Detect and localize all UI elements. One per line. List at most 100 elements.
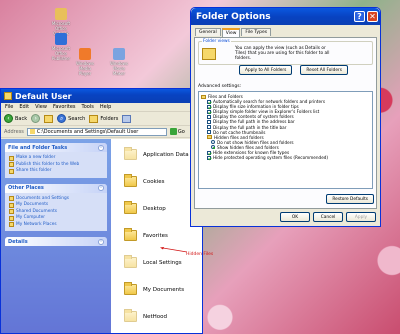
application-icon (55, 33, 67, 45)
address-label: Address (4, 128, 24, 135)
radio-button[interactable] (211, 145, 215, 150)
advanced-settings-label: Advanced settings: (198, 84, 242, 89)
ok-button[interactable]: OK (280, 212, 310, 222)
folder-item[interactable]: Desktop (124, 201, 166, 214)
folder-icon (201, 94, 206, 99)
forward-arrow-icon: › (31, 114, 41, 123)
checkbox[interactable] (207, 99, 211, 104)
task-link-label: Documents and Settings (16, 195, 69, 201)
menu-view[interactable]: View (35, 104, 47, 110)
forward-button[interactable]: › (31, 114, 41, 123)
task-link-label: My Network Places (16, 221, 57, 227)
radio-button[interactable] (211, 140, 215, 145)
task-link[interactable]: My Computer (9, 215, 104, 221)
go-button[interactable]: Go (169, 128, 185, 135)
folders-button[interactable]: Folders (89, 114, 118, 123)
folder-icon (124, 228, 137, 241)
menu-help[interactable]: Help (100, 104, 111, 110)
task-link[interactable]: Shared Documents (9, 209, 104, 214)
apply-button[interactable]: Apply (346, 212, 376, 222)
folder-views-group: Folder views You can apply the view (suc… (198, 39, 373, 75)
restore-defaults-button[interactable]: Restore Defaults (326, 194, 374, 204)
address-field[interactable]: C:\Documents and Settings\Default User (26, 127, 167, 136)
menu-favorites[interactable]: Favorites (53, 104, 76, 110)
folder-item[interactable]: Favorites (124, 228, 168, 241)
folder-item[interactable]: Local Settings (124, 255, 182, 268)
folder-icon (4, 92, 12, 100)
address-bar: Address C:\Documents and Settings\Defaul… (1, 126, 202, 138)
advanced-settings-list[interactable]: Files and Folders Automatically search fo… (198, 91, 373, 189)
up-button[interactable] (44, 114, 54, 123)
task-icon (9, 215, 14, 221)
go-arrow-icon (169, 128, 177, 135)
reset-all-folders-button[interactable]: Reset All Folders (300, 65, 348, 75)
chevron-up-icon[interactable]: ˄ (98, 144, 104, 151)
other-places-header[interactable]: Other Places ˄ (5, 183, 107, 193)
back-button[interactable]: ‹ Back (4, 114, 27, 123)
explorer-title-bar[interactable]: Default User (1, 89, 202, 103)
checkbox[interactable] (207, 155, 211, 160)
checkbox[interactable] (207, 130, 211, 135)
task-link[interactable]: My Network Places (9, 221, 104, 227)
checkbox[interactable] (207, 104, 211, 109)
search-button[interactable]: ⌕ Search (57, 114, 85, 123)
task-link[interactable]: Make a new folder (9, 155, 104, 161)
cancel-button[interactable]: Cancel (313, 212, 343, 222)
setting-row[interactable]: Hide protected operating system files (R… (201, 155, 370, 160)
menu-file[interactable]: File (5, 104, 13, 110)
apply-to-all-folders-button[interactable]: Apply to All Folders (239, 65, 293, 75)
views-button[interactable] (122, 114, 132, 123)
checkbox[interactable] (207, 114, 211, 119)
folder-icon (124, 255, 137, 268)
task-icon (9, 209, 14, 214)
dialog-title-bar[interactable]: Folder Options ? ✕ (191, 8, 380, 25)
chevron-down-icon[interactable]: ˅ (98, 238, 104, 245)
desktop-shortcut[interactable]: Windows Movie Maker (108, 48, 130, 76)
folder-icon (207, 135, 212, 140)
desktop-shortcut-label: Windows Movie Maker (110, 61, 128, 76)
search-icon: ⌕ (57, 114, 67, 123)
desktop-shortcut[interactable]: Windows Media Player (74, 48, 96, 76)
task-link[interactable]: My Documents (9, 202, 104, 208)
folder-item[interactable]: NetHood (124, 309, 167, 322)
explorer-title: Default User (15, 91, 72, 101)
checkbox[interactable] (207, 125, 211, 130)
menu-bar: File Edit View Favorites Tools Help (1, 103, 202, 112)
task-link-label: Share this folder (16, 168, 52, 173)
views-icon (122, 114, 132, 123)
folder-views-text: You can apply the view (such as Details … (235, 46, 330, 61)
tab-file-types[interactable]: File Types (241, 28, 272, 36)
back-arrow-icon: ‹ (4, 114, 13, 123)
checkbox[interactable] (207, 120, 211, 125)
folder-name: My Documents (143, 286, 185, 293)
checkbox[interactable] (207, 150, 211, 155)
annotation-arrow (160, 247, 188, 253)
task-link[interactable]: Publish this folder to the Web (9, 162, 104, 167)
folder-item[interactable]: Cookies (124, 174, 165, 187)
details-panel: Details ˅ (5, 237, 107, 246)
checkbox[interactable] (207, 109, 211, 114)
tab-view[interactable]: View (221, 28, 241, 37)
task-link-label: My Computer (16, 215, 45, 220)
menu-tools[interactable]: Tools (82, 104, 94, 110)
task-link[interactable]: Share this folder (9, 168, 104, 174)
details-header[interactable]: Details ˅ (5, 237, 107, 246)
view-tab-panel: Folder views You can apply the view (suc… (194, 37, 377, 209)
folder-item[interactable]: Application Data (124, 147, 189, 160)
folder-icon (124, 174, 137, 187)
application-icon (79, 48, 91, 60)
desktop-shortcut[interactable]: Microsoft Office Publisher (50, 33, 72, 61)
folder-icon (124, 282, 137, 295)
help-button[interactable]: ? (354, 11, 365, 22)
folder-name: Favorites (143, 232, 168, 239)
file-folder-tasks-panel: File and Folder Tasks ˄ Make a new folde… (5, 143, 107, 178)
task-link[interactable]: Documents and Settings (9, 195, 104, 201)
chevron-up-icon[interactable]: ˄ (98, 185, 104, 191)
menu-edit[interactable]: Edit (19, 104, 29, 110)
desktop-shortcut[interactable]: Microsoft Office Outlook (50, 8, 72, 36)
tab-general[interactable]: General (195, 28, 221, 36)
close-button[interactable]: ✕ (367, 11, 378, 22)
file-folder-tasks-header[interactable]: File and Folder Tasks ˄ (5, 143, 107, 152)
folder-item[interactable]: My Documents (124, 282, 185, 295)
dialog-tabs: General View File Types (191, 25, 380, 37)
